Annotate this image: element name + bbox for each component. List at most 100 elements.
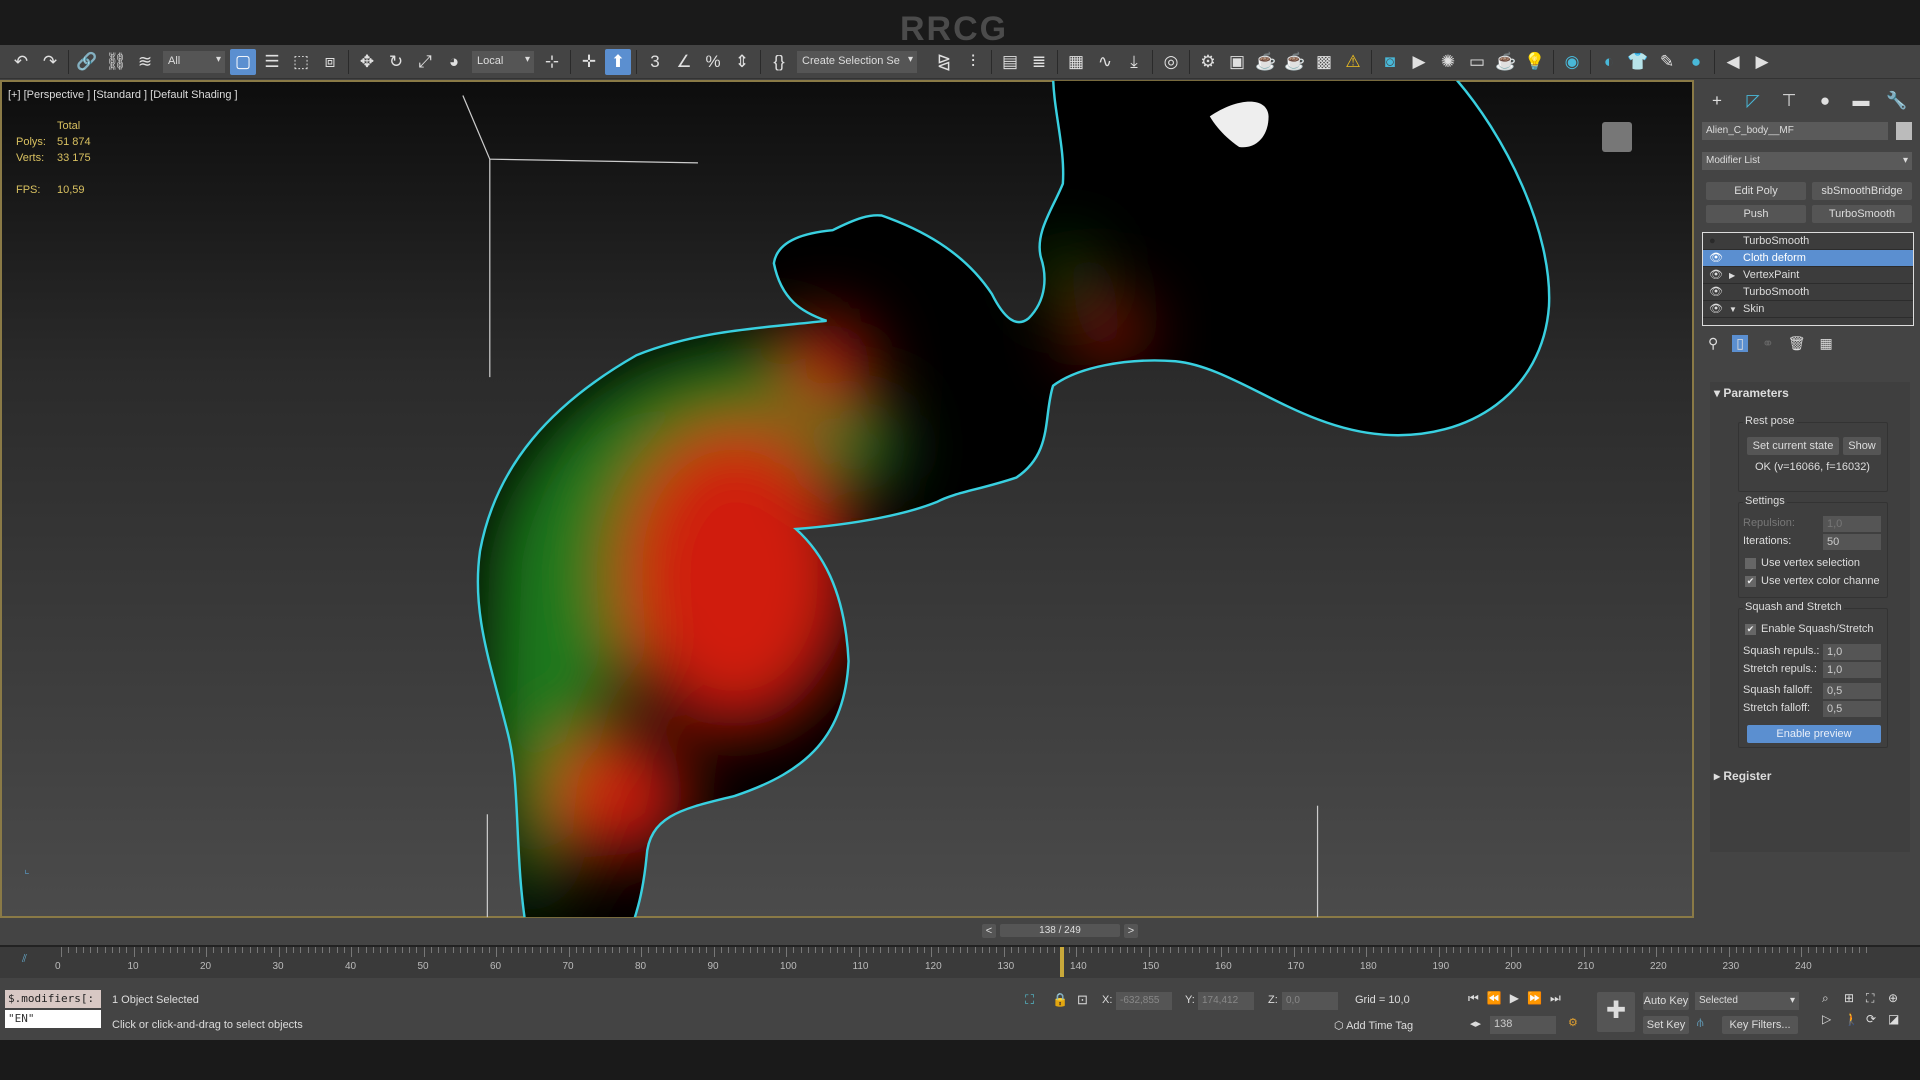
x-coordinate-field[interactable]: -632,855 [1116, 992, 1172, 1010]
light-icon[interactable]: 💡 [1522, 49, 1548, 75]
named-selection-dropdown[interactable]: Create Selection Se [797, 50, 917, 73]
modifier-stack-item[interactable]: 👁 ▶ VertexPaint [1703, 267, 1913, 284]
orbit-icon[interactable]: ⟳ [1866, 1012, 1888, 1026]
link-icon[interactable]: 🔗 [74, 49, 100, 75]
modifier-list-dropdown[interactable]: Modifier List [1702, 152, 1912, 170]
warning-icon[interactable]: ⚠ [1340, 49, 1366, 75]
select-by-name-icon[interactable]: ☰ [259, 49, 285, 75]
render-frame-icon[interactable]: ▶ [1406, 49, 1432, 75]
zoom-icon[interactable]: ⌕ [1822, 991, 1844, 1006]
time-slider[interactable]: < 138 / 249 > [0, 918, 1920, 945]
eye-icon[interactable]: 👁 [1709, 250, 1723, 267]
sbsmoothbridge-button[interactable]: sbSmoothBridge [1812, 182, 1912, 200]
key-mode-toggle-icon[interactable]: ◂▸ [1470, 1017, 1481, 1030]
next-key-icon[interactable]: ⏩ [1527, 991, 1542, 1006]
viewport-icon[interactable]: ◉ [1559, 49, 1585, 75]
placement-icon[interactable]: ◕ [441, 49, 467, 75]
maxscript-listener-output[interactable]: "EN" [5, 1010, 101, 1028]
utilities-icon[interactable]: 🔧 [1884, 88, 1910, 114]
rotate-icon[interactable]: ↻ [383, 49, 409, 75]
pin-stack-icon[interactable]: ⚲ [1708, 335, 1718, 352]
set-key-big-button[interactable]: ✚ [1597, 992, 1635, 1032]
absolute-transform-icon[interactable]: ⊡ [1077, 992, 1088, 1008]
modifier-stack-item[interactable]: 👁 Cloth deform [1703, 250, 1913, 267]
key-mode-dropdown[interactable]: Selected [1695, 992, 1799, 1010]
eye-icon[interactable]: 👁 [1709, 284, 1723, 301]
current-frame-marker[interactable] [1059, 947, 1064, 977]
cloth-icon[interactable]: 👕 [1625, 49, 1651, 75]
viewcube[interactable] [1602, 122, 1632, 152]
y-coordinate-field[interactable]: 174,412 [1198, 992, 1254, 1010]
scale-icon[interactable]: ⤢ [412, 49, 438, 75]
enable-squash-stretch-checkbox[interactable]: ✔ Enable Squash/Stretch [1745, 623, 1874, 635]
render-setup-icon[interactable]: ⚙ [1195, 49, 1221, 75]
angle-snap-icon[interactable]: ∠ [671, 49, 697, 75]
teapot-icon[interactable]: ☕ [1493, 49, 1519, 75]
zoom-extents-all-icon[interactable]: ⊕ [1888, 991, 1910, 1006]
auto-key-button[interactable]: Auto Key [1643, 992, 1689, 1010]
perspective-viewport[interactable]: [+] [Perspective ] [Standard ] [Default … [0, 80, 1694, 918]
modifier-stack-item[interactable]: 👁 TurboSmooth [1703, 284, 1913, 301]
pivot-icon[interactable]: ⊹ [539, 49, 565, 75]
viewport-label[interactable]: [+] [Perspective ] [Standard ] [Default … [8, 89, 238, 101]
rendered-frame-icon[interactable]: ▣ [1224, 49, 1250, 75]
image-viewer-icon[interactable]: ◙ [1377, 49, 1403, 75]
select-manipulate-icon[interactable]: ✛ [576, 49, 602, 75]
redo-icon[interactable]: ↷ [37, 49, 63, 75]
mirror-icon[interactable]: ⧎ [931, 49, 957, 75]
remove-modifier-icon[interactable]: 🗑 [1788, 335, 1806, 352]
object-name-field[interactable]: Alien_C_body__MF [1702, 122, 1888, 140]
eye-icon[interactable]: 👁 [1709, 267, 1723, 284]
back-icon[interactable]: ◀ [1720, 49, 1746, 75]
use-vertex-color-checkbox[interactable]: ✔ Use vertex color channe [1745, 575, 1880, 587]
iterations-spinner[interactable]: 50 [1823, 534, 1881, 550]
isolate-selection-icon[interactable]: ⛶ [1025, 992, 1034, 1008]
go-to-end-icon[interactable]: ⏭ [1550, 991, 1561, 1006]
curve-editor-icon[interactable]: ∿ [1092, 49, 1118, 75]
turbosmooth-button[interactable]: TurboSmooth [1812, 205, 1912, 223]
default-in-out-tangents-icon[interactable]: ⫛ [1697, 1017, 1704, 1030]
make-unique-icon[interactable]: ⚭ [1762, 335, 1774, 352]
percent-snap-icon[interactable]: % [700, 49, 726, 75]
hierarchy-icon[interactable]: ⊤ [1776, 88, 1802, 114]
reference-coordinate-dropdown[interactable]: Local [472, 50, 534, 73]
go-to-start-icon[interactable]: ⏮ [1468, 991, 1479, 1006]
render-production-icon[interactable]: ☕ [1253, 49, 1279, 75]
layer-explorer-icon[interactable]: ≣ [1026, 49, 1052, 75]
render-iterative-icon[interactable]: ☕ [1282, 49, 1308, 75]
window-icon[interactable]: ▭ [1464, 49, 1490, 75]
maxscript-listener-input[interactable]: $.modifiers[: [5, 990, 101, 1008]
add-time-tag-button[interactable]: ⬡ Add Time Tag [1334, 1019, 1413, 1032]
maximize-viewport-icon[interactable]: ◪ [1888, 1012, 1910, 1026]
push-button[interactable]: Push [1706, 205, 1806, 223]
use-vertex-selection-checkbox[interactable]: Use vertex selection [1745, 557, 1860, 569]
object-color-swatch[interactable] [1896, 122, 1912, 140]
undo-icon[interactable]: ↶ [8, 49, 34, 75]
zoom-all-icon[interactable]: ⊞ [1844, 991, 1866, 1006]
track-bar[interactable]: ⫽ 0 10 20 30 40 50 60 70 80 90 100 110 120 130 140 150 1… [0, 945, 1920, 978]
brush-icon[interactable]: ✎ [1654, 49, 1680, 75]
walk-through-icon[interactable]: 🚶 [1844, 1012, 1866, 1026]
previous-key-icon[interactable]: ⏪ [1487, 991, 1502, 1006]
configure-modifier-sets-icon[interactable]: ▦ [1820, 335, 1833, 352]
eye-icon[interactable]: 👁 [1709, 301, 1723, 318]
current-frame-spinner[interactable]: 138 [1490, 1016, 1556, 1034]
window-crossing-icon[interactable]: ⧈ [317, 49, 343, 75]
previous-frame-button[interactable]: < [982, 924, 996, 938]
register-rollout[interactable]: ▸ Register [1710, 766, 1910, 786]
play-forward-icon[interactable]: ▶ [1749, 49, 1775, 75]
modifier-stack-item[interactable]: ● TurboSmooth [1703, 233, 1913, 250]
key-filters-button[interactable]: Key Filters... [1722, 1016, 1798, 1034]
repulsion-spinner[interactable]: 1,0 [1823, 516, 1881, 532]
expand-arrow-icon[interactable]: ▶ [1729, 267, 1735, 284]
show-end-result-icon[interactable]: ▯ [1732, 335, 1748, 352]
edit-poly-button[interactable]: Edit Poly [1706, 182, 1806, 200]
render-region-icon[interactable]: ▩ [1311, 49, 1337, 75]
stretch-repuls-spinner[interactable]: 1,0 [1823, 662, 1881, 678]
parameters-rollout-title[interactable]: ▾ Parameters [1714, 386, 1789, 400]
dope-sheet-icon[interactable]: ⤓ [1121, 49, 1147, 75]
eye-off-icon[interactable]: ● [1709, 233, 1716, 250]
unlink-icon[interactable]: ⛓ [103, 49, 129, 75]
modifier-stack-item[interactable]: 👁 ▼ Skin [1703, 301, 1913, 318]
modifier-stack[interactable]: ● TurboSmooth 👁 Cloth deform 👁 ▶ VertexPaint 👁 T… [1702, 232, 1914, 326]
